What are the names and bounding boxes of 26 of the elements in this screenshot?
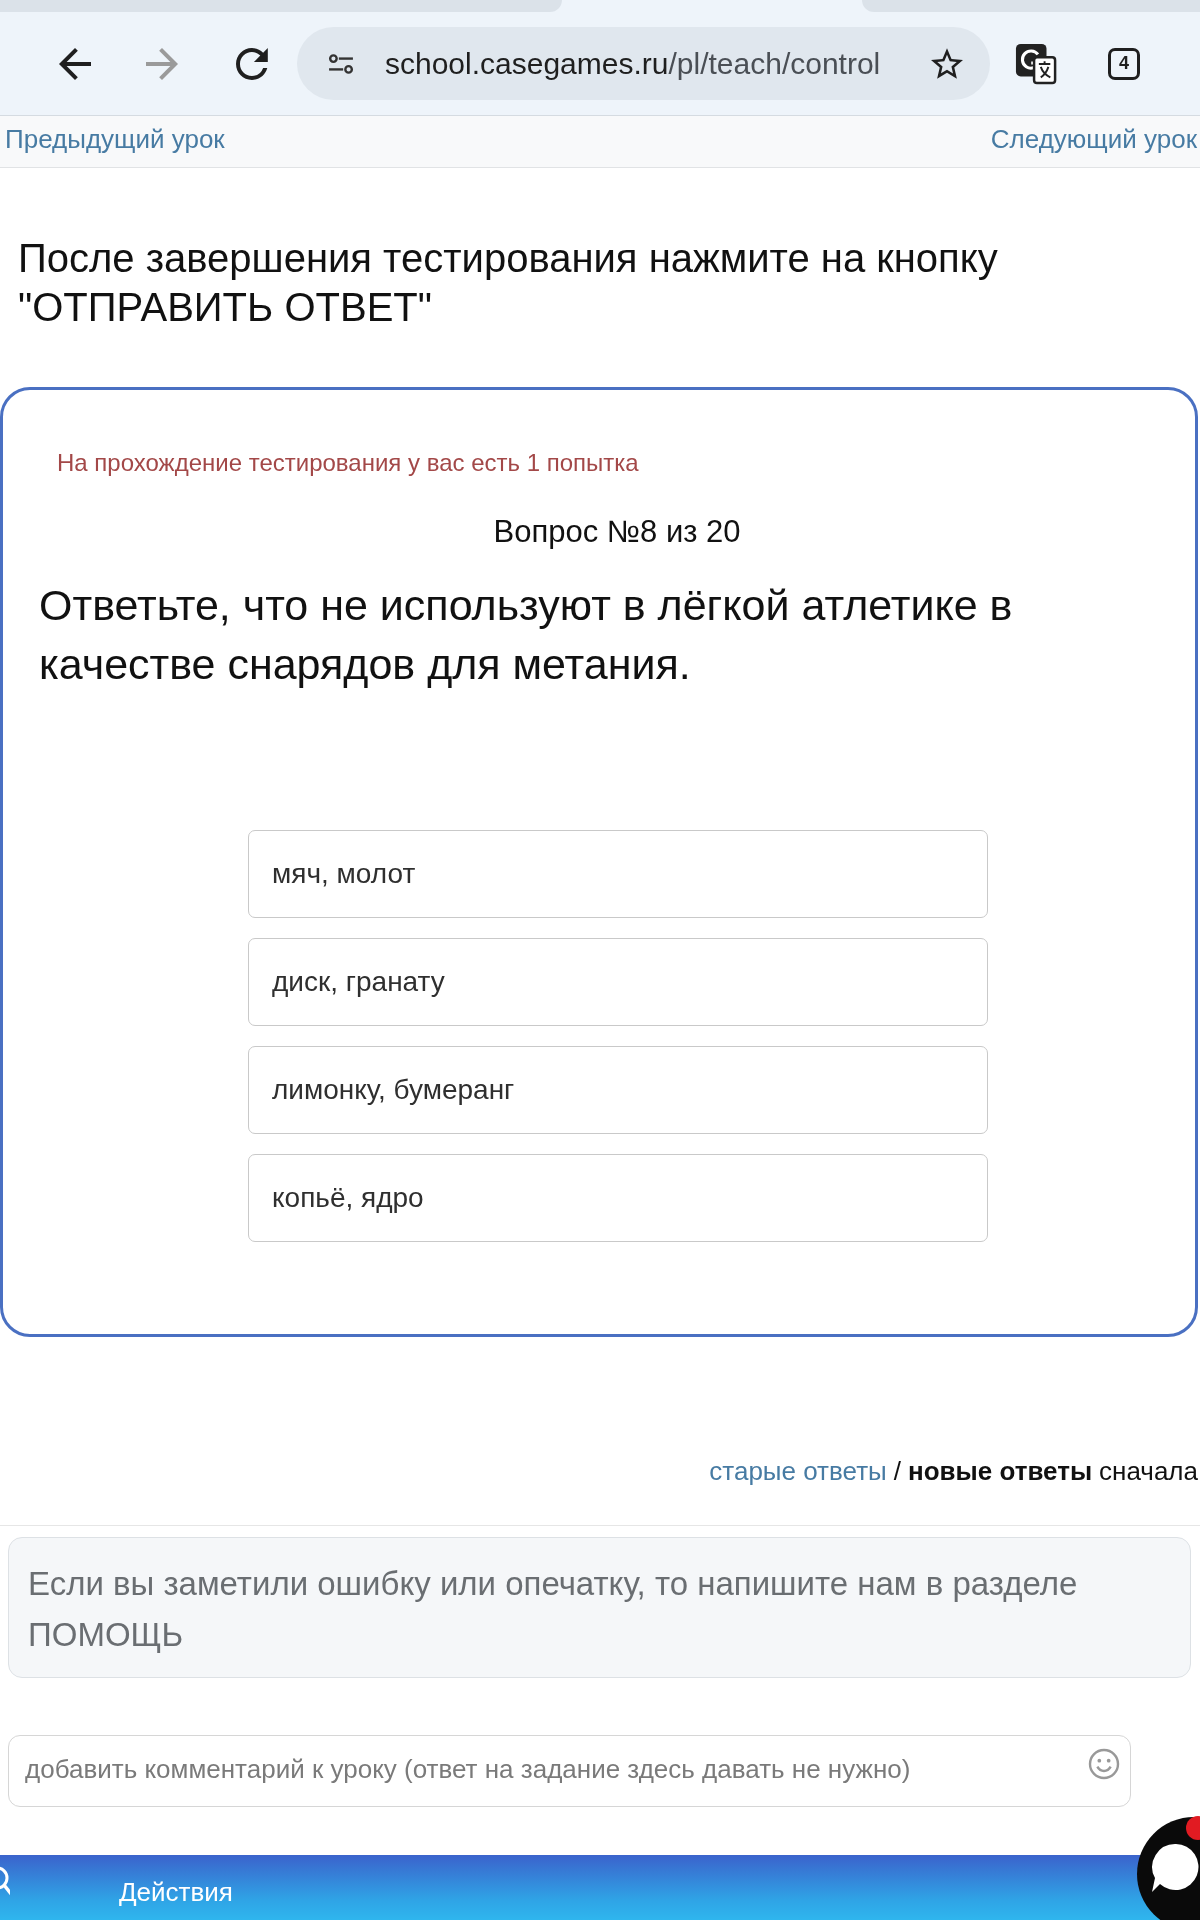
address-bar[interactable]: school.casegames.ru/pl/teach/control — [297, 27, 990, 100]
sort-option-link[interactable]: новые ответы — [908, 1454, 1093, 1488]
url-text[interactable]: school.casegames.ru/pl/teach/control — [385, 45, 881, 82]
notice-text: Если вы заметили ошибку или опечатку, то напишите нам в разделе ПОМОЩЬ — [28, 1565, 1078, 1653]
next-lesson-link[interactable]: Следующий урок — [990, 124, 1197, 155]
tab-switcher-button[interactable]: 4 — [1108, 47, 1140, 80]
bookmark-star-icon[interactable] — [931, 48, 963, 79]
comment-field[interactable]: добавить комментарий к уроку (ответ на задание здесь давать не нужно) — [8, 1735, 1131, 1807]
answer-option[interactable]: копьё, ядро — [248, 1154, 988, 1242]
question-text: Ответьте, что не используют в лёгкой атлетике в качестве снарядов для метания. — [39, 580, 1014, 690]
site-settings-icon[interactable] — [328, 53, 354, 74]
reload-icon[interactable] — [236, 47, 268, 80]
answer-option[interactable]: лимонку, бумеранг — [248, 1046, 988, 1134]
previous-lesson-link[interactable]: Предыдущий урок — [5, 124, 225, 155]
question-counter: Вопрос №8 из 20 — [493, 513, 741, 551]
instruction-heading: После завершения тестирования нажмите на кнопку "ОТПРАВИТЬ ОТВЕТ" — [18, 235, 999, 331]
chat-widget-icon[interactable] — [1136, 1814, 1200, 1920]
answer-option[interactable]: диск, гранату — [248, 938, 988, 1026]
sort-separator: / — [893, 1455, 901, 1488]
answer-option[interactable]: мяч, молот — [248, 830, 988, 918]
smiley-icon[interactable] — [1088, 1748, 1120, 1780]
attempts-note: На прохождение тестирования у вас есть 1 попытка — [57, 448, 639, 478]
back-icon[interactable] — [59, 47, 91, 80]
sort-order-label: сначала — [1099, 1455, 1198, 1488]
sort-option-link[interactable]: старые ответы — [709, 1454, 887, 1488]
translate-icon[interactable] — [1015, 42, 1057, 85]
